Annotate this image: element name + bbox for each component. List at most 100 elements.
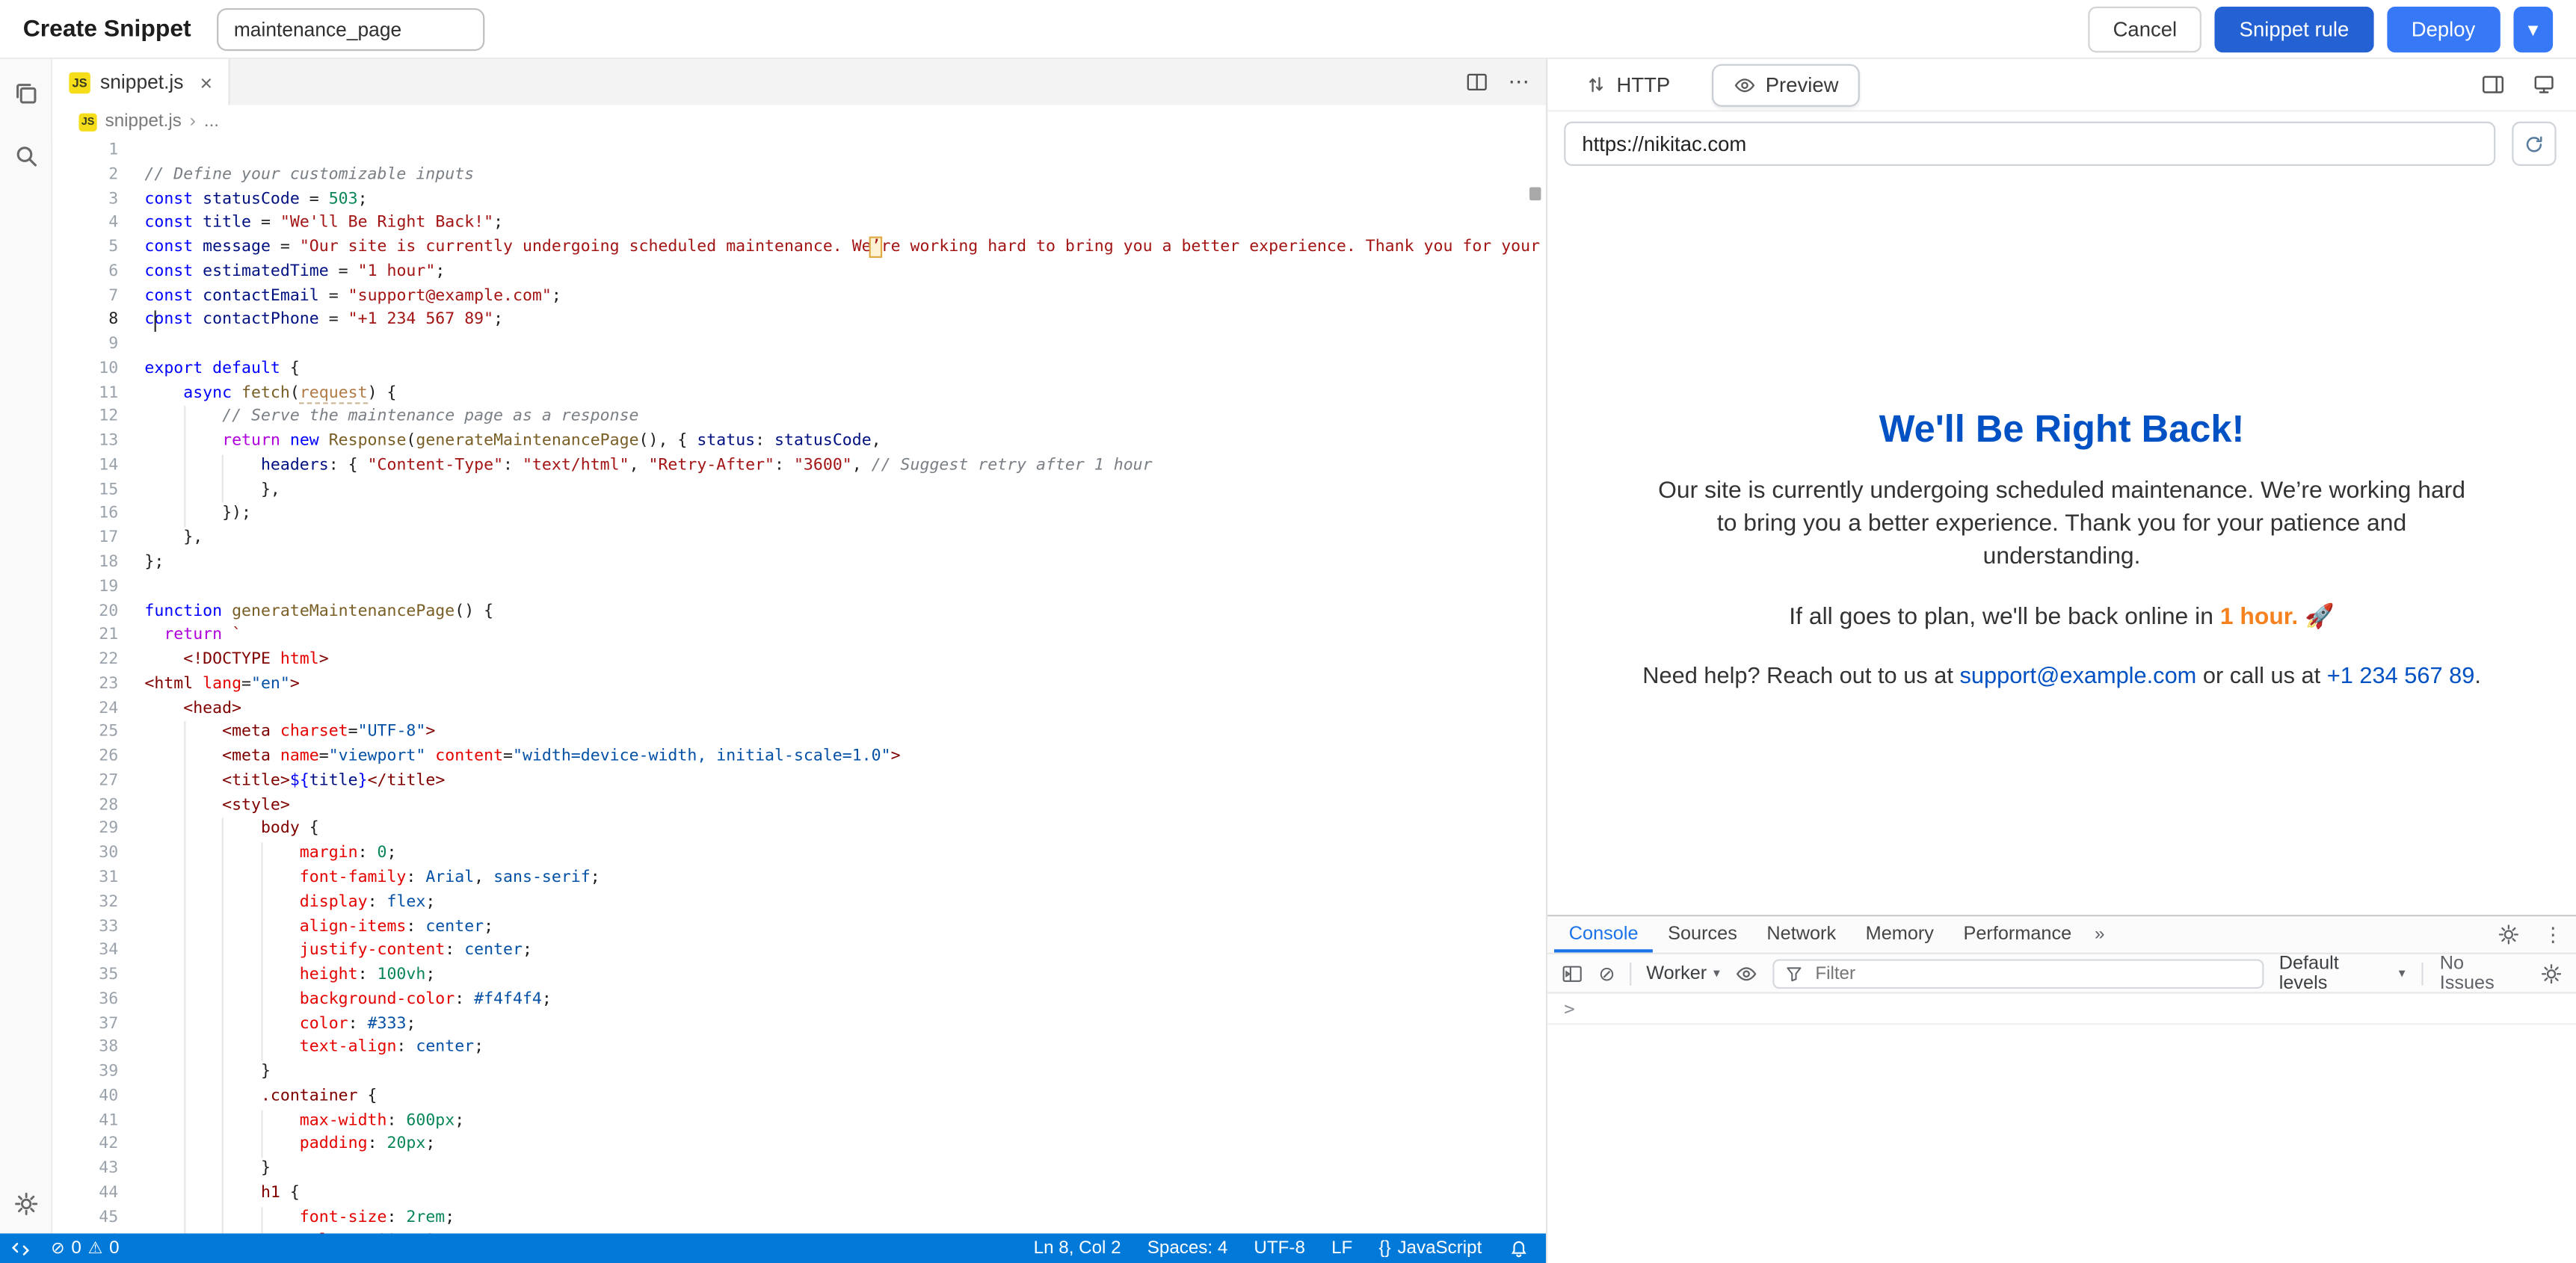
console-prompt-row[interactable]: > xyxy=(1547,994,2576,1025)
code-line[interactable]: 7const contactEmail = "support@example.c… xyxy=(52,285,1546,309)
code-line[interactable]: 43 } xyxy=(52,1158,1546,1182)
code-line[interactable]: 13 return new Response(generateMaintenan… xyxy=(52,430,1546,454)
tab-snippet-js[interactable]: JS snippet.js × xyxy=(52,59,230,105)
devtools-tab-performance[interactable]: Performance xyxy=(1949,916,2086,952)
cancel-button[interactable]: Cancel xyxy=(2089,6,2201,52)
code-line[interactable]: 14 headers: { "Content-Type": "text/html… xyxy=(52,455,1546,479)
console-sidebar-icon[interactable] xyxy=(1561,962,1584,985)
chevron-down-icon: ▾ xyxy=(1713,966,1720,981)
code-line[interactable]: 9 xyxy=(52,333,1546,357)
console-settings-gear-icon[interactable] xyxy=(2540,962,2563,985)
gear-icon[interactable] xyxy=(12,1191,38,1217)
code-line[interactable]: 23<html lang="en"> xyxy=(52,673,1546,697)
language-mode[interactable]: {} JavaScript xyxy=(1378,1238,1482,1258)
problems-indicator[interactable]: ⊘ 0 ⚠ 0 xyxy=(51,1238,119,1258)
snippet-rule-button[interactable]: Snippet rule xyxy=(2215,6,2374,52)
device-preview-icon[interactable] xyxy=(2532,72,2557,97)
close-tab-icon[interactable]: × xyxy=(200,72,212,93)
encoding[interactable]: UTF-8 xyxy=(1254,1238,1305,1258)
more-panels-icon[interactable]: » xyxy=(2086,924,2113,944)
code-line[interactable]: 19 xyxy=(52,576,1546,600)
code-line[interactable]: 40 .container { xyxy=(52,1085,1546,1109)
search-icon[interactable] xyxy=(12,143,38,169)
code-line[interactable]: 3const statusCode = 503; xyxy=(52,188,1546,212)
remote-indicator-icon[interactable] xyxy=(10,1238,31,1259)
indentation[interactable]: Spaces: 4 xyxy=(1147,1238,1228,1258)
code-line[interactable]: 20function generateMaintenancePage() { xyxy=(52,600,1546,624)
code-line[interactable]: 45 font-size: 2rem; xyxy=(52,1207,1546,1231)
breadcrumb-symbol[interactable]: ... xyxy=(204,111,219,131)
deploy-dropdown-button[interactable]: ▾ xyxy=(2513,6,2553,52)
code-line[interactable]: 38 text-align: center; xyxy=(52,1037,1546,1060)
code-line[interactable]: 8const contactPhone = "+1 234 567 89"; xyxy=(52,309,1546,333)
tab-http[interactable]: HTTP xyxy=(1564,64,1692,106)
code-line[interactable]: 33 align-items: center; xyxy=(52,915,1546,939)
maintenance-page: We'll Be Right Back! Our site is current… xyxy=(1609,407,2514,689)
url-input[interactable] xyxy=(1564,122,2495,166)
scrollbar-marker[interactable] xyxy=(1529,188,1541,201)
code-line[interactable]: 35 height: 100vh; xyxy=(52,964,1546,988)
code-line[interactable]: 37 color: #333; xyxy=(52,1013,1546,1037)
code-line[interactable]: 42 padding: 20px; xyxy=(52,1134,1546,1158)
live-expression-eye-icon[interactable] xyxy=(1735,962,1758,985)
code-line[interactable]: 2// Define your customizable inputs xyxy=(52,164,1546,188)
log-levels-selector[interactable]: Default levels▾ xyxy=(2279,954,2406,993)
code-line[interactable]: 18}; xyxy=(52,552,1546,575)
chevron-down-icon: ▾ xyxy=(2399,966,2406,981)
tab-preview[interactable]: Preview xyxy=(1711,64,1860,106)
cursor-position[interactable]: Ln 8, Col 2 xyxy=(1034,1238,1121,1258)
code-line[interactable]: 24 <head> xyxy=(52,697,1546,721)
code-line[interactable]: 31 font-family: Arial, sans-serif; xyxy=(52,867,1546,891)
snippets-copy-icon[interactable] xyxy=(11,78,39,106)
code-line[interactable]: 44 h1 { xyxy=(52,1182,1546,1206)
code-line[interactable]: 11 async fetch(request) { xyxy=(52,382,1546,406)
devtools-tab-console[interactable]: Console xyxy=(1554,916,1653,952)
eol-sequence[interactable]: LF xyxy=(1331,1238,1352,1258)
code-line[interactable]: 30 margin: 0; xyxy=(52,843,1546,867)
context-selector[interactable]: Worker▾ xyxy=(1646,963,1720,983)
devtools-tab-network[interactable]: Network xyxy=(1752,916,1851,952)
code-line[interactable]: 17 }, xyxy=(52,528,1546,552)
refresh-button[interactable] xyxy=(2512,122,2556,166)
code-line[interactable]: 28 <style> xyxy=(52,794,1546,818)
split-editor-icon[interactable] xyxy=(1465,71,1488,94)
code-line[interactable]: 16 }); xyxy=(52,504,1546,528)
code-line[interactable]: 34 justify-content: center; xyxy=(52,940,1546,964)
clear-console-icon[interactable]: ⊘ xyxy=(1598,962,1615,985)
bell-icon[interactable] xyxy=(1508,1238,1529,1259)
code-line[interactable]: 21 return ` xyxy=(52,625,1546,649)
code-editor[interactable]: 12// Define your customizable inputs3con… xyxy=(52,138,1546,1234)
panel-layout-icon[interactable] xyxy=(2481,72,2506,97)
issues-counter[interactable]: No Issues xyxy=(2440,954,2524,993)
code-line[interactable]: 15 }, xyxy=(52,479,1546,503)
code-line[interactable]: 26 <meta name="viewport" content="width=… xyxy=(52,746,1546,770)
code-line[interactable]: 12 // Serve the maintenance page as a re… xyxy=(52,407,1546,430)
devtools-tab-memory[interactable]: Memory xyxy=(1851,916,1949,952)
more-actions-icon[interactable]: ⋯ xyxy=(1508,69,1529,95)
snippet-name-input[interactable] xyxy=(218,7,485,50)
code-line[interactable]: 46 color: #0051c3 xyxy=(52,1231,1546,1233)
code-line[interactable]: 4const title = "We'll Be Right Back!"; xyxy=(52,212,1546,236)
code-line[interactable]: 10export default { xyxy=(52,358,1546,382)
code-line[interactable]: 1 xyxy=(52,140,1546,164)
code-line[interactable]: 29 body { xyxy=(52,818,1546,842)
breadcrumb-file[interactable]: snippet.js xyxy=(105,111,182,131)
code-line[interactable]: 25 <meta charset="UTF-8"> xyxy=(52,722,1546,746)
maintenance-message: Our site is currently undergoing schedul… xyxy=(1651,474,2473,574)
deploy-button[interactable]: Deploy xyxy=(2387,6,2500,52)
code-line[interactable]: 32 display: flex; xyxy=(52,892,1546,915)
email-link[interactable]: support@example.com xyxy=(1959,663,2196,689)
devtools-settings-gear-icon[interactable] xyxy=(2498,923,2521,946)
console-output[interactable]: > xyxy=(1547,994,2576,1263)
filter-input[interactable] xyxy=(1812,962,2253,985)
code-line[interactable]: 41 max-width: 600px; xyxy=(52,1110,1546,1134)
code-line[interactable]: 39 } xyxy=(52,1061,1546,1085)
devtools-menu-kebab-icon[interactable]: ⋮ xyxy=(2543,924,2563,944)
code-line[interactable]: 36 background-color: #f4f4f4; xyxy=(52,989,1546,1013)
code-line[interactable]: 6const estimatedTime = "1 hour"; xyxy=(52,261,1546,285)
code-line[interactable]: 27 <title>${title}</title> xyxy=(52,771,1546,794)
phone-link[interactable]: +1 234 567 89 xyxy=(2327,663,2475,689)
code-line[interactable]: 22 <!DOCTYPE html> xyxy=(52,649,1546,673)
devtools-tab-sources[interactable]: Sources xyxy=(1653,916,1751,952)
code-line[interactable]: 5const message = "Our site is currently … xyxy=(52,237,1546,261)
